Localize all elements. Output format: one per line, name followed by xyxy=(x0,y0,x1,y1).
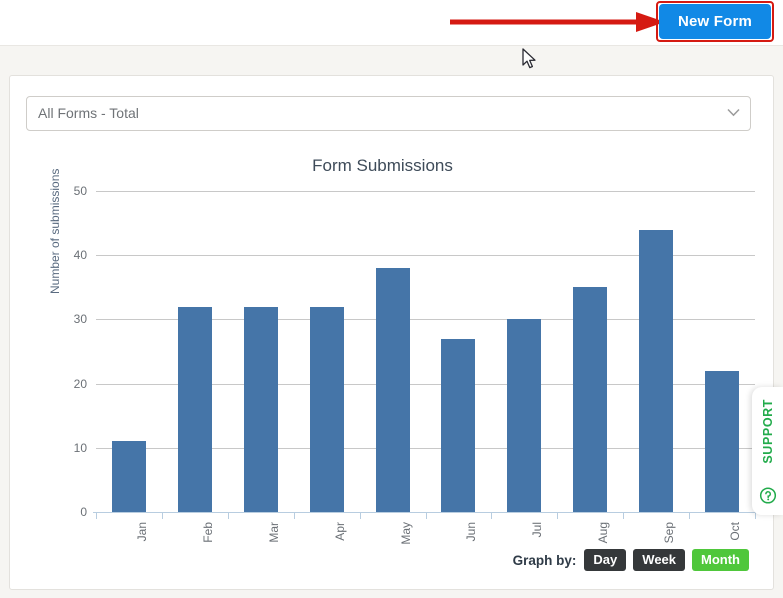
x-axis-tick xyxy=(359,512,361,519)
chart-plot-area: 0 10 20 30 40 50 Jan Feb Mar Apr May Jun Jul Aug Sep O… xyxy=(74,184,758,545)
annotation-arrow xyxy=(450,12,665,32)
bar-jan[interactable] xyxy=(111,441,146,512)
y-axis-tick-label: 20 xyxy=(73,376,87,391)
x-axis-tick xyxy=(689,512,691,519)
mouse-cursor xyxy=(522,48,536,69)
x-axis-tick-label: Jul xyxy=(530,522,545,538)
app-header: New Form xyxy=(0,0,783,46)
x-axis-tick-label: Feb xyxy=(200,522,215,543)
bar-oct[interactable] xyxy=(705,370,740,512)
x-axis-tick xyxy=(293,512,295,519)
gridline xyxy=(96,191,755,192)
y-axis-tick-label: 30 xyxy=(73,312,87,327)
y-axis-tick-label: 40 xyxy=(73,248,87,263)
x-axis-tick-label: Jun xyxy=(464,522,479,542)
dashboard-card: All Forms - Total Form Submissions Numbe… xyxy=(9,75,774,590)
x-axis-tick-label: Aug xyxy=(596,522,611,544)
x-axis-tick xyxy=(623,512,625,519)
bar-apr[interactable] xyxy=(309,306,344,512)
bar-feb[interactable] xyxy=(177,306,212,512)
bar-sep[interactable] xyxy=(639,229,674,512)
chart-y-axis-label: Number of submissions xyxy=(48,168,62,294)
y-axis-tick-label: 0 xyxy=(80,505,87,519)
x-axis-tick xyxy=(161,512,163,519)
x-axis-tick xyxy=(227,512,229,519)
graph-by-control: Graph by: Day Week Month xyxy=(513,549,749,571)
x-axis-tick xyxy=(425,512,427,519)
x-axis-tick xyxy=(491,512,493,519)
x-axis-tick-label: May xyxy=(398,522,413,545)
bar-aug[interactable] xyxy=(573,287,608,512)
x-axis-tick xyxy=(557,512,559,519)
bar-may[interactable] xyxy=(375,268,410,512)
question-circle-icon xyxy=(759,487,776,504)
y-axis-tick-label: 10 xyxy=(73,440,87,455)
x-axis-tick-label: Mar xyxy=(266,522,281,543)
form-filter-value[interactable]: All Forms - Total xyxy=(26,96,751,131)
bar-mar[interactable] xyxy=(243,306,278,512)
form-filter-select[interactable]: All Forms - Total xyxy=(26,96,751,131)
x-axis-tick-label: Jan xyxy=(134,522,149,542)
graph-by-month-button[interactable]: Month xyxy=(692,549,749,571)
graph-by-label: Graph by: xyxy=(512,552,577,568)
y-axis-tick-label: 50 xyxy=(73,184,87,198)
support-tab[interactable]: SUPPORT xyxy=(752,387,783,515)
x-axis-tick-label: Sep xyxy=(662,522,677,544)
bar-jul[interactable] xyxy=(507,319,542,512)
form-submissions-chart: Form Submissions Number of submissions 0… xyxy=(10,144,775,589)
graph-by-week-button[interactable]: Week xyxy=(633,549,686,571)
new-form-button[interactable]: New Form xyxy=(659,4,771,39)
support-tab-label: SUPPORT xyxy=(760,399,775,464)
chart-title: Form Submissions xyxy=(312,156,453,175)
bar-jun[interactable] xyxy=(441,338,476,512)
x-axis-tick xyxy=(96,512,97,519)
x-axis-tick-label: Oct xyxy=(728,522,743,541)
graph-by-day-button[interactable]: Day xyxy=(584,549,627,571)
x-axis-tick-label: Apr xyxy=(332,522,347,541)
